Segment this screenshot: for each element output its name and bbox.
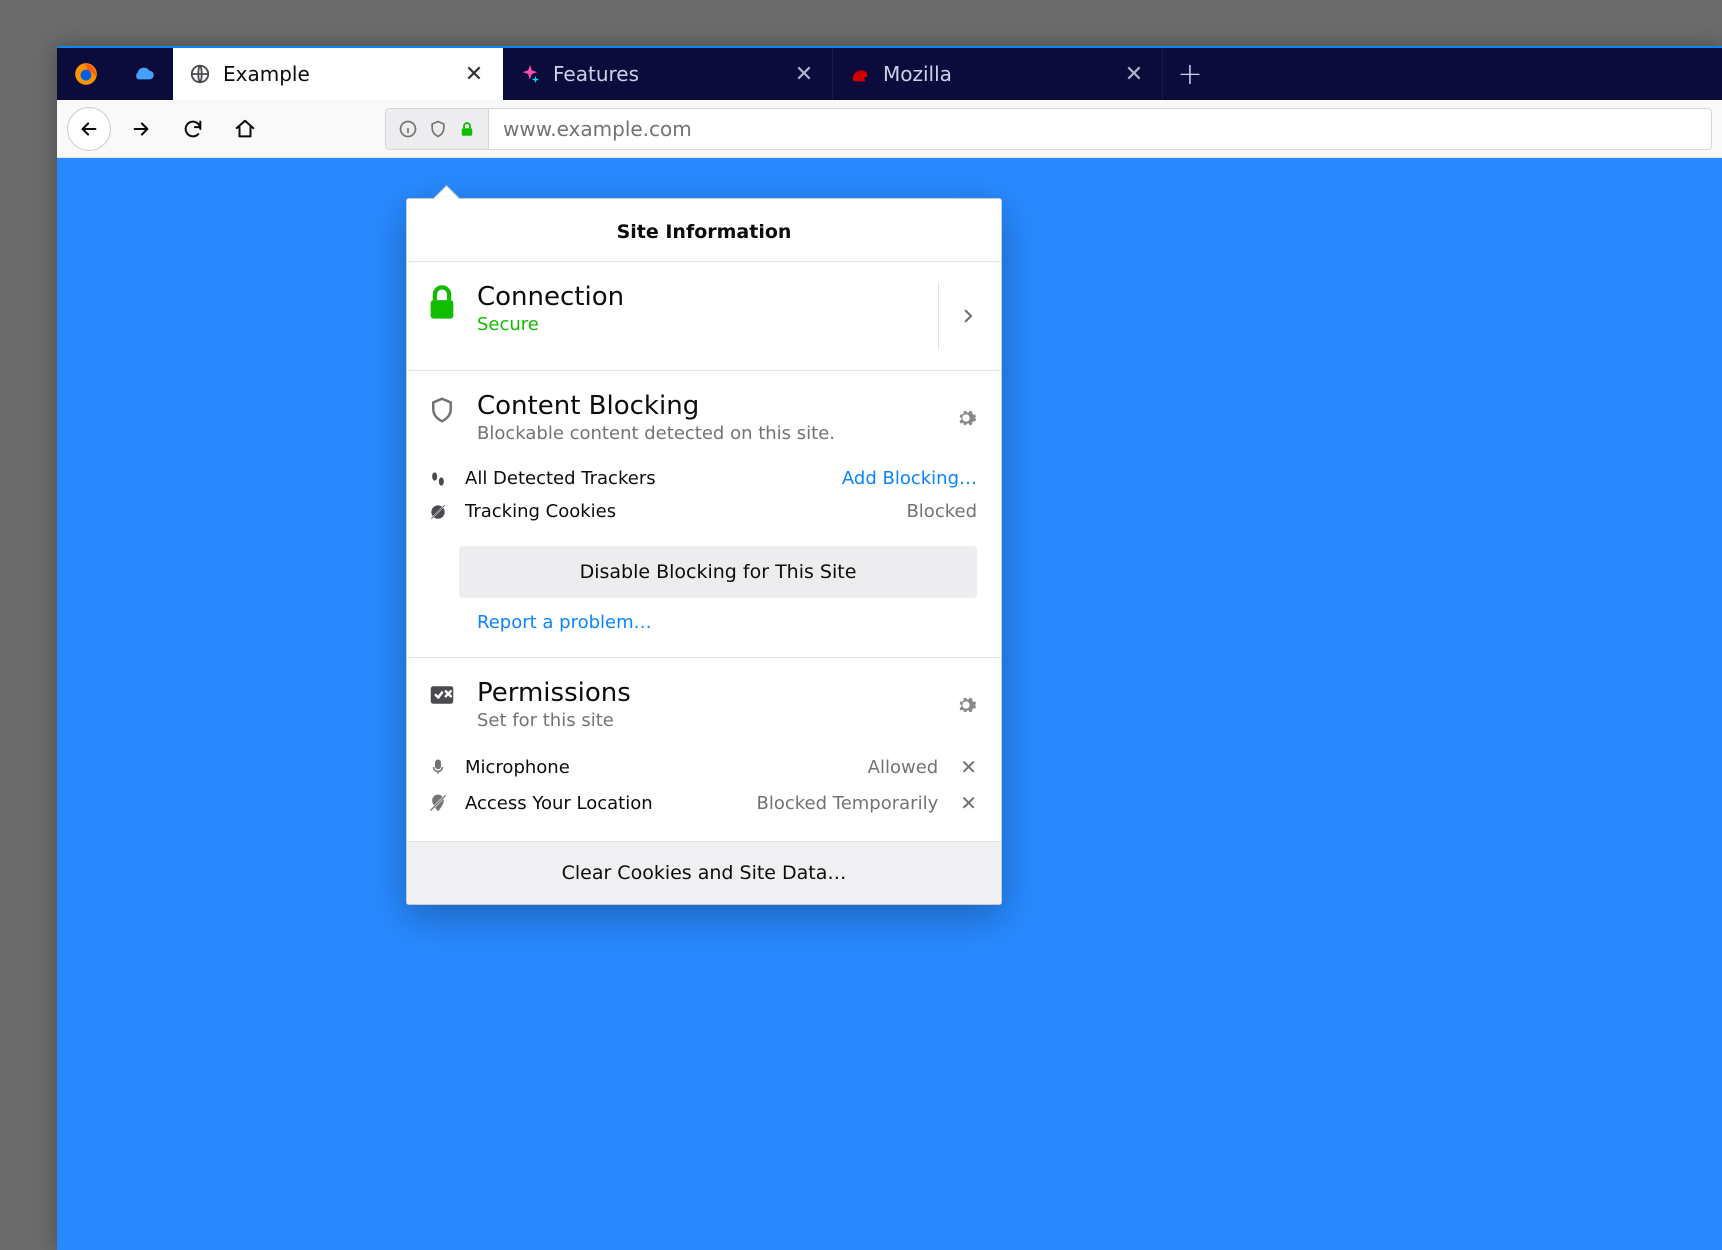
tab-features[interactable]: Features ✕: [503, 48, 833, 100]
connection-expand[interactable]: [938, 282, 977, 350]
shield-icon: [427, 393, 457, 427]
browser-window: Example ✕ Features ✕ Mozilla ✕ +: [57, 46, 1722, 1250]
new-tab-button[interactable]: +: [1163, 48, 1217, 100]
firefox-icon: [73, 61, 99, 87]
home-icon: [234, 118, 256, 140]
blocking-subtitle: Blockable content detected on this site.: [477, 423, 937, 444]
pinned-tabs-area: [57, 48, 173, 100]
add-blocking-link[interactable]: Add Blocking…: [842, 468, 977, 489]
location-label: Access Your Location: [465, 793, 743, 814]
gear-icon: [955, 694, 977, 716]
trackers-label: All Detected Trackers: [465, 468, 828, 489]
close-icon[interactable]: ✕: [792, 62, 816, 87]
microphone-status: Allowed: [868, 757, 939, 778]
site-info-popup: Site Information Connection Secure: [406, 198, 1002, 905]
arrow-right-icon: [130, 118, 152, 140]
blocking-settings-button[interactable]: [955, 407, 977, 429]
microphone-label: Microphone: [465, 757, 854, 778]
tab-title: Example: [223, 62, 450, 86]
cookies-row: Tracking Cookies Blocked: [425, 495, 977, 528]
url-bar[interactable]: www.example.com: [385, 108, 1712, 150]
reload-icon: [182, 118, 204, 140]
permissions-title: Permissions: [477, 678, 937, 708]
location-blocked-icon: [428, 793, 448, 813]
location-status: Blocked Temporarily: [757, 793, 939, 814]
identity-box[interactable]: [386, 109, 489, 149]
cookies-status: Blocked: [906, 501, 977, 522]
footprints-icon: [428, 469, 448, 489]
remove-location-button[interactable]: ✕: [960, 791, 977, 815]
report-problem-link[interactable]: Report a problem…: [477, 612, 977, 633]
tab-title: Features: [553, 62, 780, 86]
gear-icon: [955, 407, 977, 429]
chevron-right-icon: [959, 307, 977, 325]
popup-title: Site Information: [407, 199, 1001, 262]
lock-icon: [458, 120, 476, 138]
tab-title: Mozilla: [883, 62, 1110, 86]
home-button[interactable]: [223, 107, 267, 151]
cloud-icon: [131, 61, 157, 87]
close-icon[interactable]: ✕: [1122, 62, 1146, 87]
tab-mozilla[interactable]: Mozilla ✕: [833, 48, 1163, 100]
clear-data-button[interactable]: Clear Cookies and Site Data…: [407, 841, 1001, 904]
lock-icon: [425, 284, 459, 322]
blocking-title: Content Blocking: [477, 391, 937, 421]
globe-icon: [189, 63, 211, 85]
microphone-icon: [429, 757, 447, 777]
nav-toolbar: www.example.com: [57, 100, 1722, 158]
permissions-settings-button[interactable]: [955, 694, 977, 716]
tab-strip: Example ✕ Features ✕ Mozilla ✕ +: [57, 48, 1722, 100]
cookie-blocked-icon: [428, 502, 448, 522]
connection-section: Connection Secure: [407, 262, 1001, 371]
shield-icon: [428, 119, 448, 139]
permissions-section: Permissions Set for this site Microphone…: [407, 658, 1001, 841]
connection-title: Connection: [477, 282, 920, 312]
forward-button[interactable]: [119, 107, 163, 151]
trackers-row: All Detected Trackers Add Blocking…: [425, 462, 977, 495]
microphone-row: Microphone Allowed ✕: [425, 749, 977, 785]
cookies-label: Tracking Cookies: [465, 501, 892, 522]
permissions-subtitle: Set for this site: [477, 710, 937, 731]
sparkle-icon: [519, 63, 541, 85]
reload-button[interactable]: [171, 107, 215, 151]
arrow-left-icon: [78, 118, 100, 140]
tab-example[interactable]: Example ✕: [173, 48, 503, 100]
pinned-tab-firefox[interactable]: [57, 48, 115, 100]
close-icon[interactable]: ✕: [462, 62, 486, 87]
connection-status: Secure: [477, 314, 920, 335]
url-text: www.example.com: [489, 117, 706, 141]
pinned-tab-app[interactable]: [115, 48, 173, 100]
content-blocking-section: Content Blocking Blockable content detec…: [407, 371, 1001, 658]
dino-icon: [849, 63, 871, 85]
remove-microphone-button[interactable]: ✕: [960, 755, 977, 779]
info-icon: [398, 119, 418, 139]
location-row: Access Your Location Blocked Temporarily…: [425, 785, 977, 821]
disable-blocking-button[interactable]: Disable Blocking for This Site: [459, 546, 977, 598]
back-button[interactable]: [67, 107, 111, 151]
permissions-icon: [427, 680, 457, 710]
